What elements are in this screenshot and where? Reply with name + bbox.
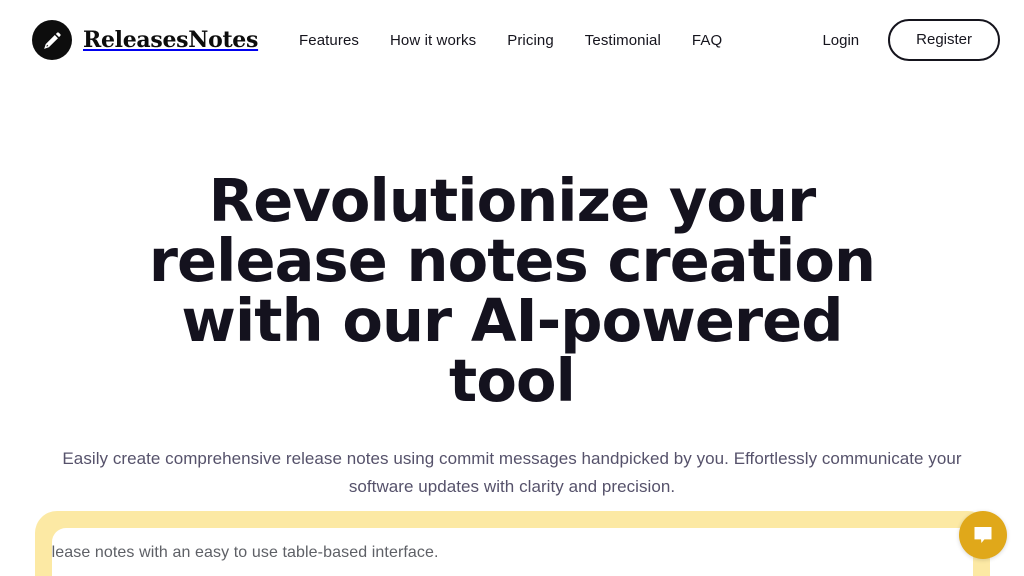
brand-logo[interactable]: ReleasesNotes	[32, 20, 258, 60]
nav-item-faq[interactable]: FAQ	[692, 32, 722, 49]
chat-bubble-icon	[971, 523, 995, 547]
login-link[interactable]: Login	[822, 32, 859, 49]
page-title: Revolutionize your release notes creatio…	[148, 166, 876, 415]
brand-name: ReleasesNotes	[83, 27, 259, 53]
hero-subtitle: Easily create comprehensive release note…	[62, 449, 962, 496]
nav-item-how-it-works[interactable]: How it works	[390, 32, 476, 49]
site-header: ReleasesNotes Features How it works Pric…	[0, 0, 1024, 80]
main-navigation: Features How it works Pricing Testimonia…	[299, 32, 722, 49]
nav-item-features[interactable]: Features	[299, 32, 359, 49]
auth-actions: Login Register	[822, 19, 1000, 61]
preview-card: Create release notes with an easy to use…	[35, 511, 990, 576]
nav-item-pricing[interactable]: Pricing	[507, 32, 554, 49]
nav-item-testimonial[interactable]: Testimonial	[585, 32, 661, 49]
chat-widget-button[interactable]	[959, 511, 1007, 559]
register-button[interactable]: Register	[888, 19, 1000, 61]
preview-caption: Create release notes with an easy to use…	[52, 544, 439, 561]
hero-section: Revolutionize your release notes creatio…	[0, 80, 1024, 501]
pen-icon	[32, 20, 72, 60]
preview-panel: Create release notes with an easy to use…	[52, 528, 973, 576]
